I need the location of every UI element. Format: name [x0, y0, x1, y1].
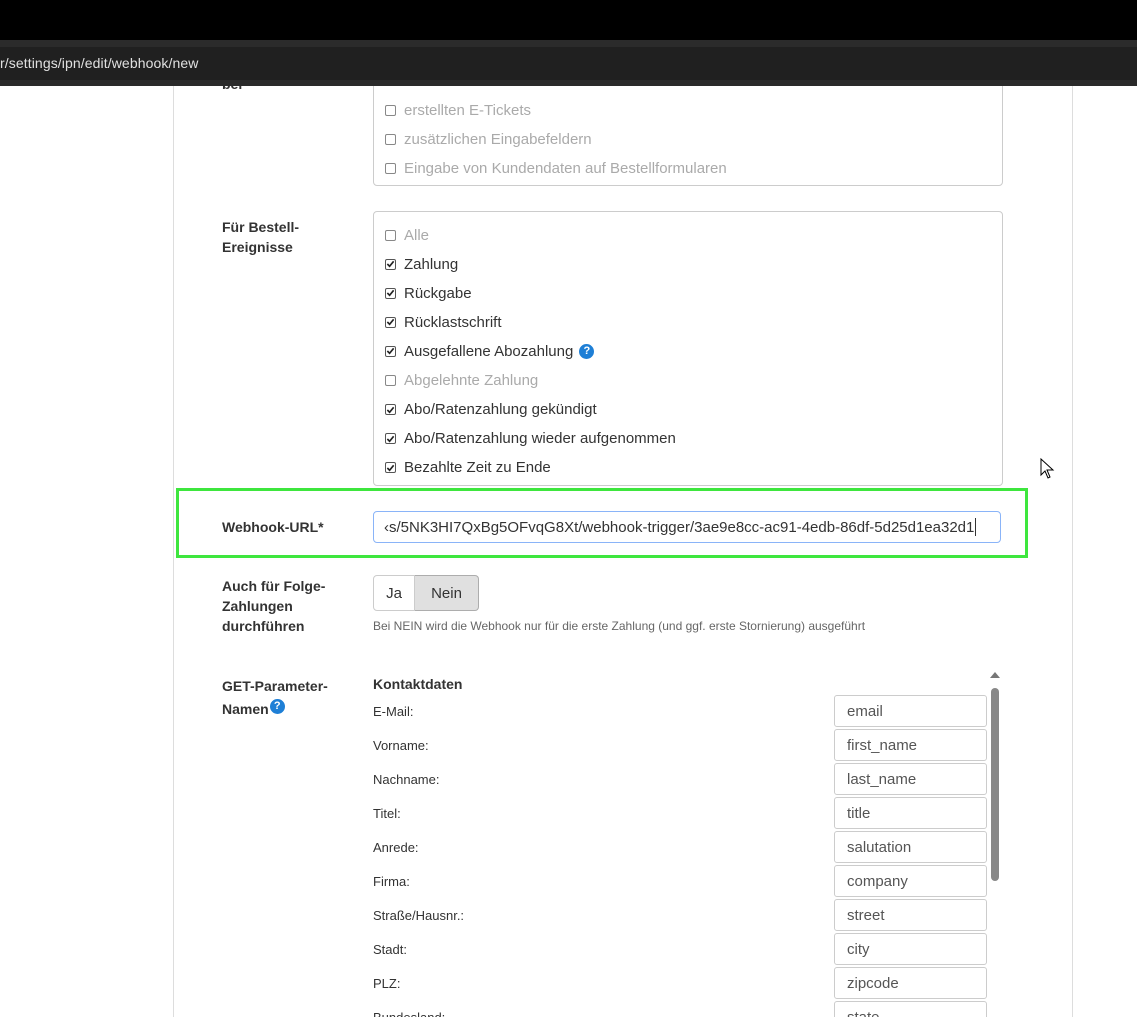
- checkbox-checked[interactable]: [385, 258, 396, 270]
- order-event-label: Abo/Ratenzahlung wieder aufgenommen: [404, 430, 676, 448]
- param-input[interactable]: first_name: [834, 729, 987, 761]
- param-label: Nachname:: [373, 772, 440, 787]
- checkbox-etickets[interactable]: [385, 104, 396, 116]
- checkbox-unchecked[interactable]: [385, 229, 396, 241]
- order-event-row[interactable]: Abgelehnte Zahlung: [385, 371, 538, 391]
- checkbox-row-customer-data[interactable]: Eingabe von Kundendaten auf Bestellformu…: [385, 158, 727, 178]
- follow-up-no-button[interactable]: Nein: [415, 575, 479, 611]
- order-event-row[interactable]: Rücklastschrift: [385, 312, 502, 332]
- mouse-cursor-icon: [1040, 458, 1055, 479]
- order-events-label: Für Bestell- Ereignisse: [222, 217, 299, 257]
- order-event-row[interactable]: Abo/Ratenzahlung wieder aufgenommen: [385, 429, 676, 449]
- checkbox-checked[interactable]: [385, 287, 396, 299]
- checkbox-unchecked[interactable]: [385, 375, 396, 386]
- checkbox-row-extra-fields[interactable]: zusätzlichen Eingabefeldern: [385, 129, 592, 149]
- get-params-help-icon[interactable]: ?: [269, 698, 285, 714]
- browser-address-bar[interactable]: r/settings/ipn/edit/webhook/new: [0, 47, 1137, 80]
- param-input[interactable]: title: [834, 797, 987, 829]
- follow-up-toggle: Ja Nein: [373, 575, 479, 611]
- param-input[interactable]: zipcode: [834, 967, 987, 999]
- order-event-row[interactable]: Zahlung: [385, 254, 458, 274]
- order-event-label: Rückgabe: [404, 284, 472, 302]
- order-event-row[interactable]: Alle: [385, 225, 429, 245]
- browser-tab-strip: [0, 40, 1137, 47]
- param-label: Bundesland:: [373, 1010, 445, 1017]
- text-caret: [975, 518, 977, 536]
- param-input[interactable]: company: [834, 865, 987, 897]
- param-label: Anrede:: [373, 840, 419, 855]
- order-event-label: Ausgefallene Abozahlung: [404, 342, 574, 360]
- param-label: PLZ:: [373, 976, 401, 991]
- follow-up-hint: Bei NEIN wird die Webhook nur für die er…: [373, 619, 866, 633]
- page-viewport: bei erstellten E-Tickets zusätzlichen Ei…: [0, 86, 1137, 1017]
- checkbox-checked[interactable]: [385, 462, 396, 474]
- order-event-label: Rücklastschrift: [404, 313, 502, 331]
- checkbox-label-customer-data: Eingabe von Kundendaten auf Bestellformu…: [404, 159, 727, 177]
- checkbox-label-etickets: erstellten E-Tickets: [404, 101, 531, 119]
- contact-data-title: Kontaktdaten: [373, 676, 463, 692]
- param-input[interactable]: salutation: [834, 831, 987, 863]
- follow-up-label-line2: Zahlungen: [222, 598, 293, 614]
- checkbox-checked[interactable]: [385, 345, 396, 357]
- scrollbar-thumb[interactable]: [991, 688, 999, 881]
- checkbox-label-extra-fields: zusätzlichen Eingabefeldern: [404, 130, 592, 148]
- order-event-label: Zahlung: [404, 255, 459, 273]
- checkbox-checked[interactable]: [385, 316, 396, 328]
- param-input[interactable]: street: [834, 899, 987, 931]
- address-bar-url[interactable]: r/settings/ipn/edit/webhook/new: [0, 55, 198, 71]
- param-label: Straße/Hausnr.:: [373, 908, 465, 923]
- order-event-label: Abo/Ratenzahlung gekündigt: [404, 401, 597, 419]
- param-input[interactable]: state: [834, 1001, 987, 1017]
- order-event-row[interactable]: Abo/Ratenzahlung gekündigt: [385, 400, 597, 420]
- checkbox-checked[interactable]: [385, 433, 396, 445]
- browser-top-bar: [0, 0, 1137, 40]
- checkbox-row-etickets[interactable]: erstellten E-Tickets: [385, 100, 531, 120]
- param-input[interactable]: email: [834, 695, 987, 727]
- order-event-label: Abgelehnte Zahlung: [404, 372, 539, 389]
- checkbox-customer-data[interactable]: [385, 162, 396, 174]
- param-label: Stadt:: [373, 942, 407, 957]
- get-params-label: GET-Parameter- Namen ?: [222, 676, 328, 719]
- order-events-label-line2: Ereignisse: [222, 239, 293, 255]
- param-label: Titel:: [373, 806, 401, 821]
- get-params-label-line1: GET-Parameter-: [222, 678, 328, 694]
- param-label: Firma:: [373, 874, 410, 889]
- checkbox-checked[interactable]: [385, 404, 396, 416]
- webhook-url-value: ‹s/5NK3HI7QxBg5OFvqG8Xt/webhook-trigger/…: [384, 518, 975, 536]
- follow-up-label: Auch für Folge- Zahlungen durchführen: [222, 576, 325, 636]
- follow-up-label-line3: durchführen: [222, 618, 305, 634]
- param-label: E-Mail:: [373, 704, 414, 719]
- order-event-row[interactable]: Rückgabe: [385, 283, 472, 303]
- param-label: Vorname:: [373, 738, 429, 753]
- follow-up-yes-button[interactable]: Ja: [373, 575, 415, 611]
- order-event-label: Alle: [404, 226, 430, 244]
- top-section-label: bei: [222, 86, 242, 94]
- order-event-label: Bezahlte Zeit zu Ende: [404, 459, 551, 477]
- param-input[interactable]: city: [834, 933, 987, 965]
- order-events-label-line1: Für Bestell-: [222, 219, 300, 235]
- webhook-url-input[interactable]: ‹s/5NK3HI7QxBg5OFvqG8Xt/webhook-trigger/…: [373, 511, 1001, 543]
- order-event-row[interactable]: Ausgefallene Abozahlung?: [385, 341, 595, 361]
- scroll-up-arrow-icon[interactable]: [990, 672, 1000, 678]
- get-params-label-line2: Namen: [222, 701, 269, 717]
- checkbox-extra-fields[interactable]: [385, 133, 396, 145]
- order-event-row[interactable]: Bezahlte Zeit zu Ende: [385, 458, 551, 478]
- help-icon[interactable]: ?: [579, 343, 595, 359]
- param-input[interactable]: last_name: [834, 763, 987, 795]
- webhook-url-label: Webhook-URL*: [222, 519, 324, 535]
- follow-up-label-line1: Auch für Folge-: [222, 578, 326, 594]
